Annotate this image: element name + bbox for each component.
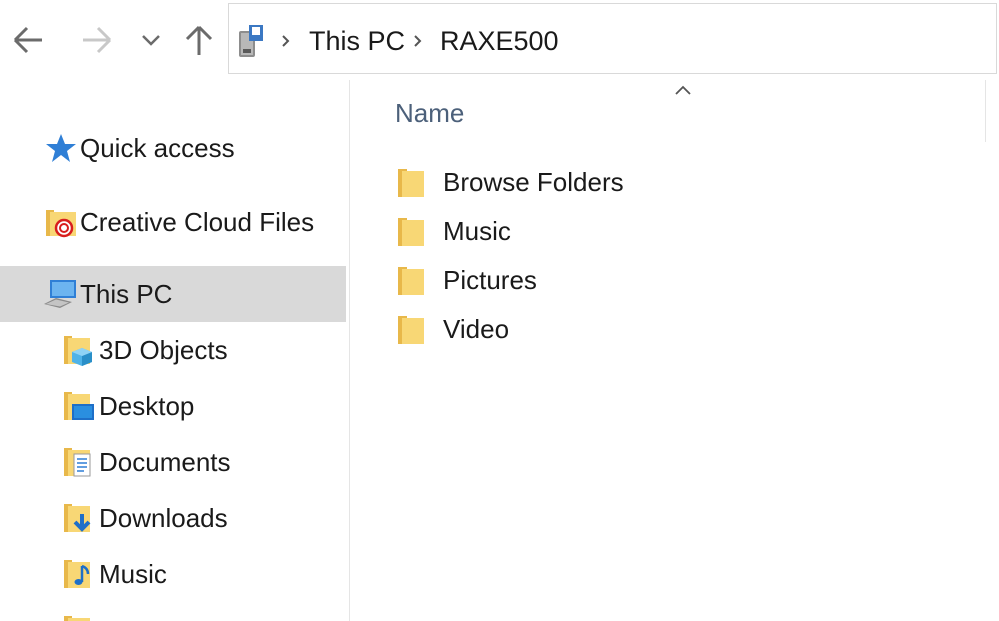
file-name: Browse Folders bbox=[443, 167, 624, 197]
nav-item-music[interactable]: Music bbox=[0, 546, 346, 602]
navigation-pane: Quick access Creative Cloud Files This P… bbox=[0, 80, 349, 621]
column-divider[interactable] bbox=[985, 80, 986, 142]
list-item[interactable]: Browse Folders bbox=[380, 159, 940, 205]
folder-icon bbox=[398, 316, 424, 344]
breadcrumb-separator-icon bbox=[282, 35, 290, 47]
file-name: Music bbox=[443, 216, 511, 246]
nav-item-quick-access[interactable]: Quick access bbox=[0, 120, 346, 176]
file-name: Video bbox=[443, 314, 510, 344]
file-list-pane: Name Browse Folders Music Pictures Video bbox=[350, 80, 999, 621]
folder-icon bbox=[398, 169, 424, 197]
back-button[interactable] bbox=[8, 20, 48, 60]
nav-item-partial[interactable] bbox=[0, 602, 346, 621]
file-name: Pictures bbox=[443, 265, 537, 295]
up-button[interactable] bbox=[179, 20, 219, 60]
desktop-folder-icon bbox=[64, 392, 94, 420]
nav-item-this-pc[interactable]: This PC bbox=[0, 266, 346, 322]
nav-item-label: Downloads bbox=[99, 503, 228, 533]
nav-item-downloads[interactable]: Downloads bbox=[0, 490, 346, 546]
folder-icon bbox=[64, 616, 90, 621]
nav-item-label: Music bbox=[99, 559, 167, 589]
music-folder-icon bbox=[64, 560, 90, 588]
list-item[interactable]: Video bbox=[380, 306, 940, 352]
creative-cloud-folder-icon bbox=[46, 210, 76, 238]
chevron-down-icon bbox=[142, 35, 160, 46]
documents-folder-icon bbox=[64, 448, 91, 477]
breadcrumb-raxe500[interactable]: RAXE500 bbox=[440, 24, 559, 58]
nav-item-documents[interactable]: Documents bbox=[0, 434, 346, 490]
computer-icon bbox=[44, 280, 76, 308]
nav-item-label: Documents bbox=[99, 447, 231, 477]
breadcrumb-separator-icon bbox=[414, 35, 422, 47]
arrow-up-icon bbox=[185, 25, 213, 55]
folder-icon bbox=[398, 218, 424, 246]
arrow-left-icon bbox=[13, 26, 42, 54]
recent-locations-button[interactable] bbox=[131, 20, 171, 60]
address-bar[interactable]: This PC RAXE500 bbox=[228, 3, 997, 74]
3d-objects-folder-icon bbox=[64, 336, 92, 366]
list-item[interactable]: Pictures bbox=[380, 257, 940, 303]
breadcrumb-this-pc[interactable]: This PC bbox=[309, 24, 405, 58]
nav-item-desktop[interactable]: Desktop bbox=[0, 378, 346, 434]
removable-drive-icon bbox=[239, 25, 263, 57]
nav-item-label: Desktop bbox=[99, 391, 195, 421]
star-icon bbox=[46, 134, 76, 162]
nav-item-creative-cloud-files[interactable]: Creative Cloud Files bbox=[0, 194, 346, 250]
folder-icon bbox=[398, 267, 424, 295]
downloads-folder-icon bbox=[64, 504, 91, 532]
nav-item-label: 3D Objects bbox=[99, 335, 228, 365]
nav-item-label: Creative Cloud Files bbox=[80, 207, 315, 237]
nav-item-label: This PC bbox=[80, 279, 173, 309]
list-item[interactable]: Music bbox=[380, 208, 940, 254]
column-header-name[interactable]: Name bbox=[395, 96, 464, 130]
arrow-right-icon bbox=[83, 26, 112, 54]
navigation-toolbar: This PC RAXE500 bbox=[0, 0, 999, 80]
chevron-up-icon bbox=[675, 85, 691, 95]
forward-button[interactable] bbox=[77, 20, 117, 60]
nav-item-label: Quick access bbox=[80, 133, 235, 163]
nav-item-3d-objects[interactable]: 3D Objects bbox=[0, 322, 346, 378]
